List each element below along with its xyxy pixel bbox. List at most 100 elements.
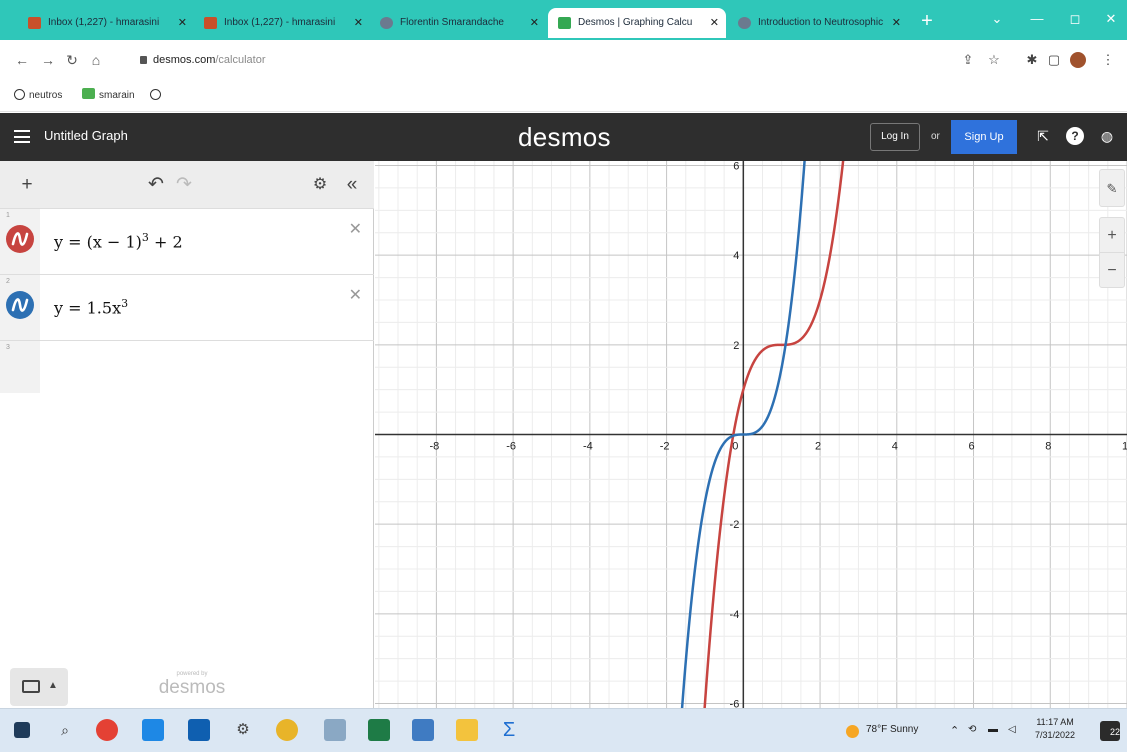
- tab-close-icon[interactable]: ✕: [710, 8, 719, 38]
- excel-app-icon[interactable]: [368, 719, 390, 741]
- x-tick-label: 1: [1122, 441, 1127, 453]
- bookmark-neutros[interactable]: neutros: [14, 88, 62, 104]
- tab-desmos[interactable]: Desmos | Graphing Calcu ✕: [548, 8, 726, 38]
- profile-avatar[interactable]: [1070, 52, 1086, 68]
- bookmark-globe[interactable]: [150, 88, 165, 104]
- minimize-button[interactable]: —: [1020, 6, 1054, 32]
- bookmark-star-icon[interactable]: ☆: [986, 52, 1002, 68]
- zoom-in-button[interactable]: +: [1099, 217, 1125, 253]
- tab-close-icon[interactable]: ✕: [354, 8, 363, 38]
- norton-app-icon[interactable]: [276, 719, 298, 741]
- tab-florentin[interactable]: Florentin Smarandache ✕: [370, 8, 546, 38]
- tab-gmail-1[interactable]: Inbox (1,227) - hmarasini ✕: [18, 8, 194, 38]
- photos-app-icon[interactable]: [412, 719, 434, 741]
- y-tick-label: 4: [733, 250, 739, 262]
- tray-chevron-icon[interactable]: ⌃: [950, 724, 959, 737]
- graph-style-icon[interactable]: [6, 291, 34, 319]
- globe-icon: [738, 17, 751, 29]
- globe-icon: [14, 89, 25, 100]
- expression-formula[interactable]: y = 1.5x3: [54, 297, 128, 317]
- browser-tab-strip: Inbox (1,227) - hmarasini ✕ Inbox (1,227…: [0, 0, 1127, 40]
- network-icon[interactable]: ⟲: [968, 724, 976, 735]
- desmos-favicon-icon: [558, 17, 571, 29]
- search-icon[interactable]: ⌕: [54, 719, 76, 741]
- home-icon[interactable]: ⌂: [88, 52, 104, 68]
- sigma-app-icon[interactable]: Σ: [498, 719, 520, 741]
- windows-taskbar: ⌕ ⚙ Σ 78°F Sunny ⌃ ⟲ ▬ ◁ 11:17 AM 7/31/2…: [0, 708, 1127, 752]
- redo-icon[interactable]: ↷: [172, 173, 196, 197]
- expression-gutter: 2: [0, 275, 40, 340]
- side-panel-icon[interactable]: ▢: [1046, 52, 1062, 68]
- tab-close-icon[interactable]: ✕: [178, 8, 187, 38]
- graph-style-icon[interactable]: [6, 225, 34, 253]
- bookmark-label: neutros: [29, 90, 63, 101]
- add-item-plus-icon[interactable]: +: [16, 173, 38, 197]
- graph-canvas[interactable]: -8 -6 -4 -2 0 2 4 6 8 1642-2-4-6: [375, 161, 1127, 708]
- green-square-icon: [82, 88, 95, 99]
- y-tick-label: 6: [733, 161, 739, 172]
- battery-icon[interactable]: ▬: [988, 724, 998, 735]
- weather-text[interactable]: 78°F Sunny: [866, 724, 918, 735]
- expression-row[interactable]: 2 y = 1.5x3 ✕: [0, 275, 374, 341]
- x-tick-label: 8: [1045, 441, 1051, 453]
- settings-app-icon[interactable]: ⚙: [232, 719, 254, 741]
- expression-index: 1: [6, 212, 10, 219]
- url-input[interactable]: desmos.com/calculator: [140, 50, 940, 70]
- graph-paper[interactable]: -8 -6 -4 -2 0 2 4 6 8 1 6 4 2 -2 -4 -6 ✎ + −: [375, 161, 1127, 708]
- back-arrow-icon[interactable]: ←: [14, 52, 30, 68]
- collapse-panel-chevrons-icon[interactable]: «: [340, 173, 364, 197]
- x-tick-label: -4: [583, 441, 593, 453]
- help-icon[interactable]: ?: [1066, 127, 1084, 145]
- notification-center-icon[interactable]: 22: [1100, 721, 1120, 741]
- system-clock[interactable]: 11:17 AM 7/31/2022: [1035, 716, 1075, 742]
- browser-menu-icon[interactable]: ⋮: [1100, 52, 1116, 68]
- powered-by-logo: desmos: [158, 677, 226, 698]
- language-globe-icon[interactable]: ◍: [1098, 127, 1116, 145]
- expression-formula[interactable]: y = (x − 1)3 + 2: [54, 231, 183, 251]
- log-in-button[interactable]: Log In: [870, 123, 920, 151]
- outlook-app-icon[interactable]: [188, 719, 210, 741]
- expression-row[interactable]: 1 y = (x − 1)3 + 2 ✕: [0, 209, 374, 275]
- reload-icon[interactable]: ↻: [64, 52, 80, 68]
- url-domain: desmos.com: [153, 54, 216, 66]
- share-graph-icon[interactable]: ⇱: [1034, 127, 1052, 145]
- media-app-icon[interactable]: [324, 719, 346, 741]
- tab-label: Inbox (1,227) - hmarasini: [48, 17, 160, 28]
- file-explorer-icon[interactable]: [456, 719, 478, 741]
- graph-settings-wrench-icon[interactable]: ✎: [1099, 169, 1125, 207]
- delete-expression-icon[interactable]: ✕: [349, 219, 362, 239]
- new-tab-button[interactable]: +: [916, 8, 938, 34]
- windows-start-icon[interactable]: [14, 722, 30, 738]
- zoom-out-button[interactable]: −: [1099, 252, 1125, 288]
- formula-exponent: 3: [141, 231, 149, 244]
- sign-up-button[interactable]: Sign Up: [951, 120, 1017, 154]
- share-icon[interactable]: ⇪: [960, 52, 976, 68]
- close-window-button[interactable]: ✕: [1094, 6, 1127, 32]
- tab-close-icon[interactable]: ✕: [892, 8, 901, 38]
- tab-close-icon[interactable]: ✕: [530, 8, 539, 38]
- delete-expression-icon[interactable]: ✕: [349, 285, 362, 305]
- x-tick-label: -6: [506, 441, 516, 453]
- tab-neutrosophic[interactable]: Introduction to Neutrosophic ✕: [728, 8, 908, 38]
- empty-expression-row[interactable]: 3: [0, 341, 374, 393]
- keypad-toggle-button[interactable]: ▲: [10, 668, 68, 706]
- x-tick-label: 4: [892, 441, 898, 453]
- undo-icon[interactable]: ↶: [144, 173, 168, 197]
- chrome-app-icon[interactable]: [96, 719, 118, 741]
- weather-sun-icon: [846, 725, 859, 738]
- graph-title[interactable]: Untitled Graph: [44, 128, 128, 143]
- maximize-button[interactable]: ◻: [1058, 6, 1092, 32]
- curve-glyph-icon: [11, 298, 29, 312]
- y-tick-label: -4: [730, 609, 740, 621]
- tab-gmail-2[interactable]: Inbox (1,227) - hmarasini ✕: [194, 8, 370, 38]
- edge-app-icon[interactable]: [142, 719, 164, 741]
- speaker-icon[interactable]: ◁: [1008, 724, 1016, 735]
- tab-search-chevron-icon[interactable]: ⌄: [980, 6, 1014, 32]
- screen: { "browser": { "tabs": [ {"label": "Inbo…: [0, 0, 1127, 752]
- extensions-puzzle-icon[interactable]: ✱: [1024, 52, 1040, 68]
- hamburger-menu-icon[interactable]: [14, 130, 30, 143]
- settings-gear-icon[interactable]: ⚙: [308, 173, 332, 197]
- x-tick-label: 6: [968, 441, 974, 453]
- bookmark-smarain[interactable]: smarain: [82, 88, 135, 104]
- forward-arrow-icon[interactable]: →: [40, 52, 56, 68]
